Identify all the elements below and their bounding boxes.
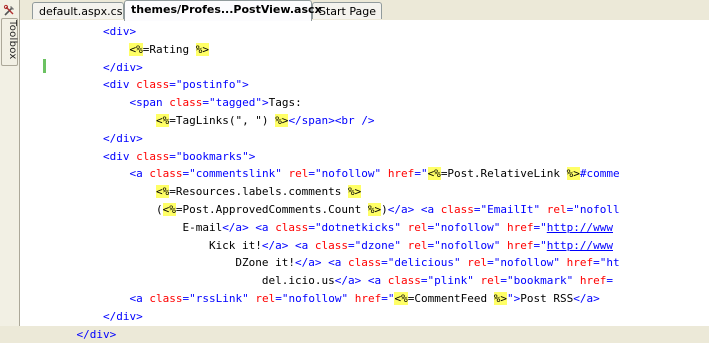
code-line[interactable]: </div> — [50, 326, 709, 343]
code-editor[interactable]: <div> <%=Rating %> </div> <div class="po… — [20, 20, 709, 341]
code-line[interactable]: <span class="tagged">Tags: — [50, 94, 709, 112]
code-line[interactable]: E-mail</a> <a class="dotnetkicks" rel="n… — [50, 219, 709, 237]
code-line[interactable]: <%=TagLinks(", ") %></span><br /> — [50, 112, 709, 130]
code-line[interactable]: </div> — [50, 59, 709, 77]
toolbox-label[interactable]: Toolbox — [1, 20, 18, 60]
code-line[interactable]: <%=Rating %> — [50, 41, 709, 59]
code-line[interactable]: </div> — [50, 130, 709, 148]
toolbox-icon — [3, 4, 14, 16]
code-line[interactable]: <a class="rssLink" rel="nofollow" href="… — [50, 290, 709, 308]
editor-margin — [20, 20, 46, 326]
code-lines[interactable]: <div> <%=Rating %> </div> <div class="po… — [50, 23, 709, 343]
toolbox-panel[interactable]: Toolbox — [0, 0, 20, 326]
code-line[interactable]: DZone it!</a> <a class="delicious" rel="… — [50, 254, 709, 272]
code-line[interactable]: <div class="postinfo"> — [50, 76, 709, 94]
code-line[interactable]: <div> — [50, 23, 709, 41]
code-line[interactable]: Kick it!</a> <a class="dzone" rel="nofol… — [50, 237, 709, 255]
tab-postview-ascx[interactable]: themes/Profes...PostView.ascx — [124, 0, 322, 21]
code-line[interactable]: (<%=Post.ApprovedComments.Count %>)</a> … — [50, 201, 709, 219]
document-tab-bar: default.aspx.cs themes/Profes...PostView… — [20, 0, 709, 21]
tab-default-aspx-cs[interactable]: default.aspx.cs — [32, 2, 124, 19]
change-marker — [43, 59, 46, 73]
tab-start-page[interactable]: Start Page — [312, 2, 382, 19]
code-line[interactable]: <%=Resources.labels.comments %> — [50, 183, 709, 201]
code-line[interactable]: <div class="bookmarks"> — [50, 148, 709, 166]
code-line[interactable]: del.icio.us</a> <a class="plink" rel="bo… — [50, 272, 709, 290]
code-line[interactable]: <a class="commentslink" rel="nofollow" h… — [50, 165, 709, 183]
code-line[interactable]: </div> — [50, 308, 709, 326]
